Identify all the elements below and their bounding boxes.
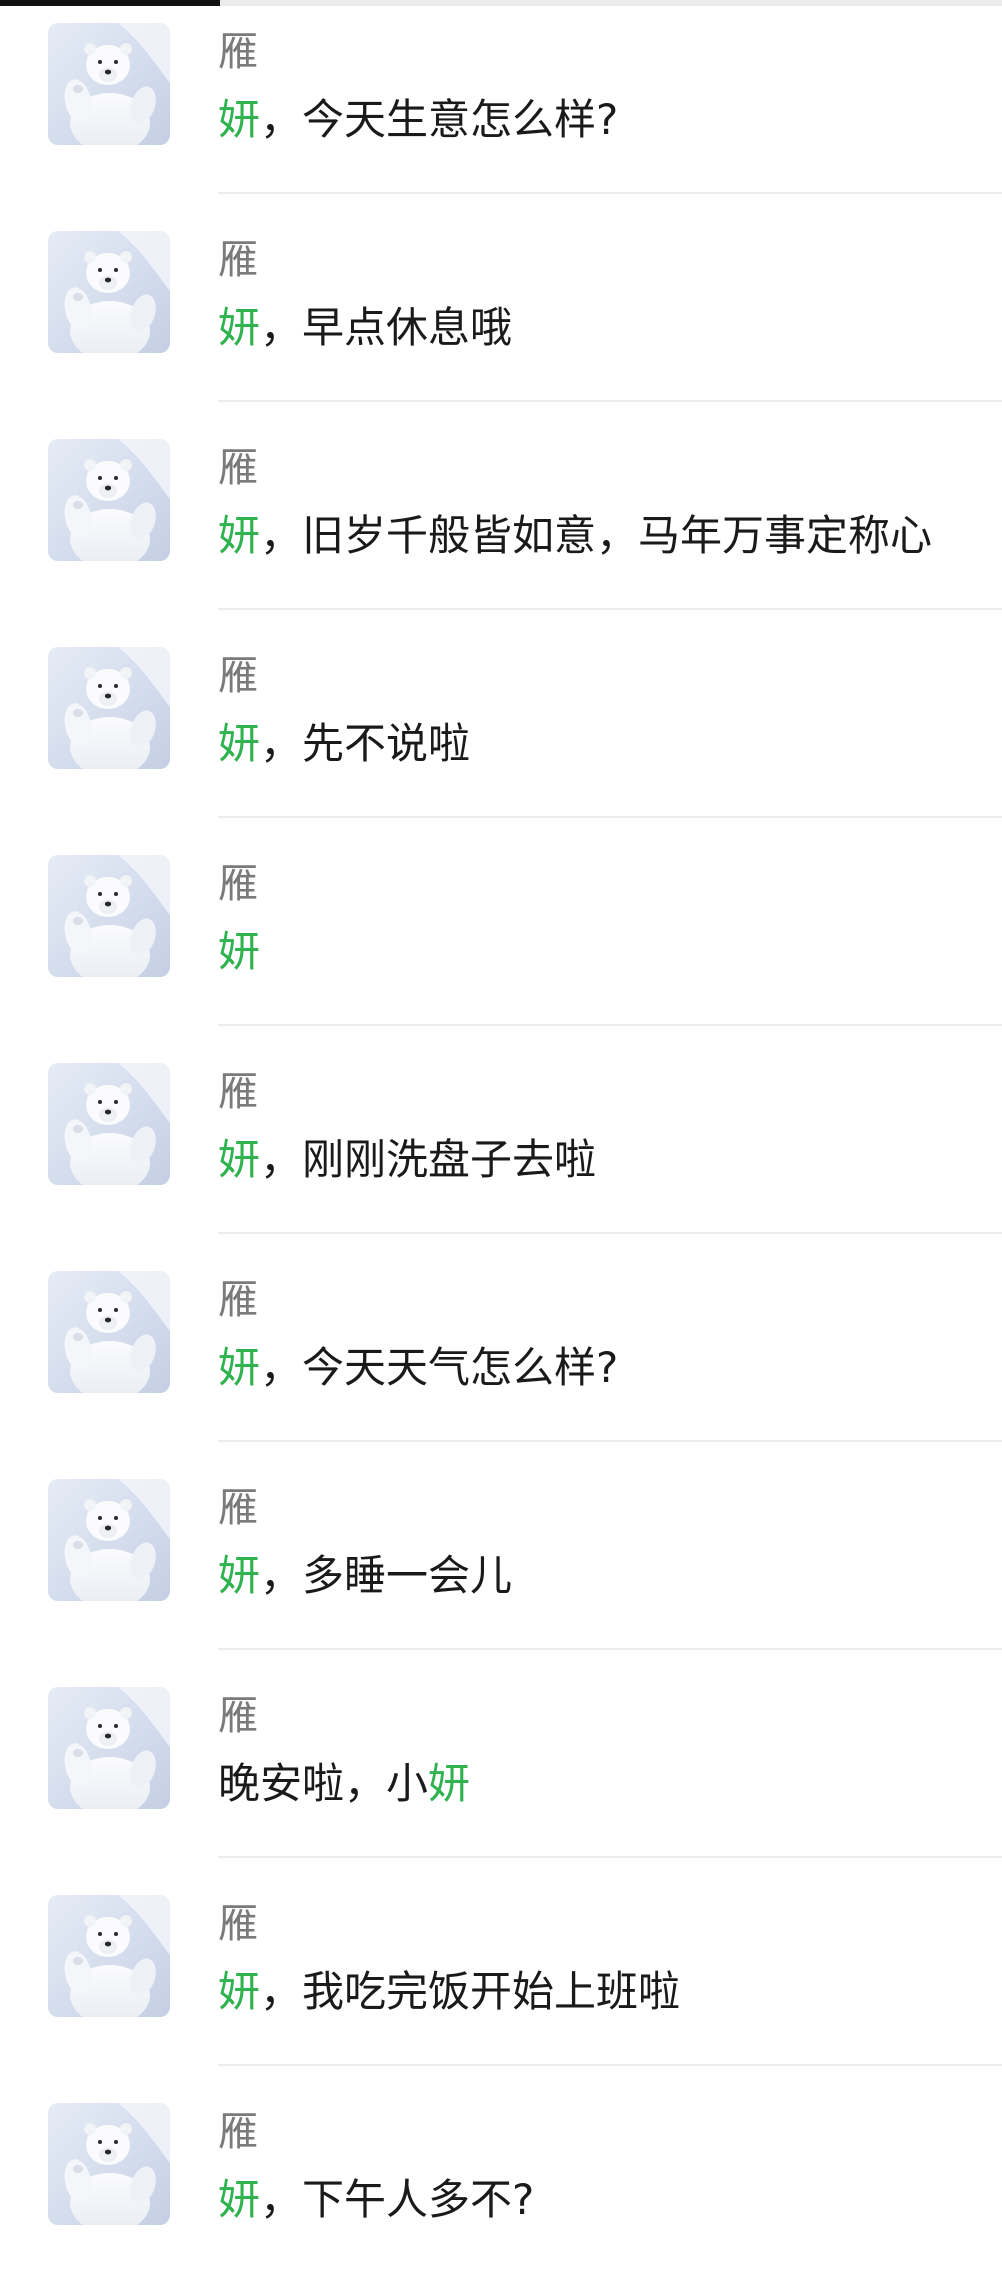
keyword-highlight: 妍 bbox=[218, 511, 261, 560]
sender-name: 雁 bbox=[218, 1069, 258, 1115]
keyword-highlight: 妍 bbox=[428, 1759, 471, 1808]
polar-bear-avatar[interactable] bbox=[48, 1271, 170, 1393]
message-text-segment: ，刚刚洗盘子去啦 bbox=[260, 1135, 597, 1184]
divider bbox=[218, 2064, 1002, 2066]
search-results-list: 雁妍，今天生意怎么样? 雁妍，早点休息哦 雁 妍，旧岁千般皆如意，马年万事定称心… bbox=[0, 0, 1002, 2288]
sender-name: 雁 bbox=[218, 1693, 258, 1739]
message-result-item[interactable]: 雁妍，刚刚洗盘子去啦 bbox=[0, 1040, 1002, 1248]
divider bbox=[218, 816, 1002, 818]
message-text-segment: ，先不说啦 bbox=[260, 719, 471, 768]
sender-name: 雁 bbox=[218, 2109, 258, 2155]
message-text-segment: ，旧岁千般皆如意，马年万事定称心 bbox=[260, 511, 933, 560]
keyword-highlight: 妍 bbox=[218, 95, 261, 144]
divider bbox=[218, 1856, 1002, 1858]
keyword-highlight: 妍 bbox=[218, 1343, 261, 1392]
message-result-item[interactable]: 雁妍 bbox=[0, 832, 1002, 1040]
polar-bear-avatar[interactable] bbox=[48, 231, 170, 353]
message-text-segment: ，早点休息哦 bbox=[260, 303, 513, 352]
sender-name: 雁 bbox=[218, 1485, 258, 1531]
message-text: 妍，刚刚洗盘子去啦 bbox=[218, 1134, 596, 1186]
message-text-segment: 晚安啦，小 bbox=[218, 1759, 429, 1808]
polar-bear-avatar[interactable] bbox=[48, 439, 170, 561]
message-result-item[interactable]: 雁晚安啦，小妍 bbox=[0, 1664, 1002, 1872]
divider bbox=[218, 608, 1002, 610]
keyword-highlight: 妍 bbox=[218, 1967, 261, 2016]
message-text-segment: ，下午人多不? bbox=[260, 2175, 535, 2224]
divider bbox=[218, 400, 1002, 402]
sender-name: 雁 bbox=[218, 1901, 258, 1947]
polar-bear-avatar[interactable] bbox=[48, 647, 170, 769]
keyword-highlight: 妍 bbox=[218, 2175, 261, 2224]
message-text: 妍，多睡一会儿 bbox=[218, 1550, 512, 1602]
message-text: 妍，下午人多不? bbox=[218, 2174, 534, 2226]
divider bbox=[218, 1232, 1002, 1234]
divider bbox=[218, 1024, 1002, 1026]
message-text: 妍，先不说啦 bbox=[218, 718, 470, 770]
polar-bear-avatar[interactable] bbox=[48, 1687, 170, 1809]
polar-bear-avatar[interactable] bbox=[48, 855, 170, 977]
divider bbox=[218, 192, 1002, 194]
keyword-highlight: 妍 bbox=[218, 303, 261, 352]
message-text-segment: ，我吃完饭开始上班啦 bbox=[260, 1967, 681, 2016]
sender-name: 雁 bbox=[218, 1277, 258, 1323]
sender-name: 雁 bbox=[218, 29, 258, 75]
message-text: 妍，今天生意怎么样? bbox=[218, 94, 618, 146]
polar-bear-avatar[interactable] bbox=[48, 23, 170, 145]
message-result-item[interactable]: 雁妍，早点休息哦 bbox=[0, 208, 1002, 416]
polar-bear-avatar[interactable] bbox=[48, 2103, 170, 2225]
message-text: 妍，旧岁千般皆如意，马年万事定称心 bbox=[218, 510, 932, 562]
keyword-highlight: 妍 bbox=[218, 927, 261, 976]
message-text: 妍，早点休息哦 bbox=[218, 302, 512, 354]
sender-name: 雁 bbox=[218, 237, 258, 283]
message-result-item[interactable]: 雁妍，先不说啦 bbox=[0, 624, 1002, 832]
message-result-item[interactable]: 雁妍，旧岁千般皆如意，马年万事定称心 bbox=[0, 416, 1002, 624]
keyword-highlight: 妍 bbox=[218, 719, 261, 768]
message-text: 妍，今天天气怎么样? bbox=[218, 1342, 618, 1394]
message-result-item[interactable]: 雁妍，我吃完饭开始上班啦 bbox=[0, 1872, 1002, 2080]
message-text: 妍 bbox=[218, 926, 260, 978]
sender-name: 雁 bbox=[218, 861, 258, 907]
message-result-item[interactable]: 雁妍，下午人多不? bbox=[0, 2080, 1002, 2288]
sender-name: 雁 bbox=[218, 653, 258, 699]
polar-bear-avatar[interactable] bbox=[48, 1063, 170, 1185]
message-result-item[interactable]: 雁妍，今天生意怎么样? bbox=[0, 0, 1002, 208]
polar-bear-avatar[interactable] bbox=[48, 1479, 170, 1601]
message-text-segment: ，今天生意怎么样? bbox=[260, 95, 619, 144]
divider bbox=[218, 1648, 1002, 1650]
message-text: 晚安啦，小妍 bbox=[218, 1758, 470, 1810]
sender-name: 雁 bbox=[218, 445, 258, 491]
message-result-item[interactable]: 雁妍，今天天气怎么样? bbox=[0, 1248, 1002, 1456]
keyword-highlight: 妍 bbox=[218, 1135, 261, 1184]
divider bbox=[218, 1440, 1002, 1442]
message-text-segment: ，多睡一会儿 bbox=[260, 1551, 513, 1600]
message-text: 妍，我吃完饭开始上班啦 bbox=[218, 1966, 680, 2018]
polar-bear-avatar[interactable] bbox=[48, 1895, 170, 2017]
message-text-segment: ，今天天气怎么样? bbox=[260, 1343, 619, 1392]
message-result-item[interactable]: 雁妍，多睡一会儿 bbox=[0, 1456, 1002, 1664]
keyword-highlight: 妍 bbox=[218, 1551, 261, 1600]
